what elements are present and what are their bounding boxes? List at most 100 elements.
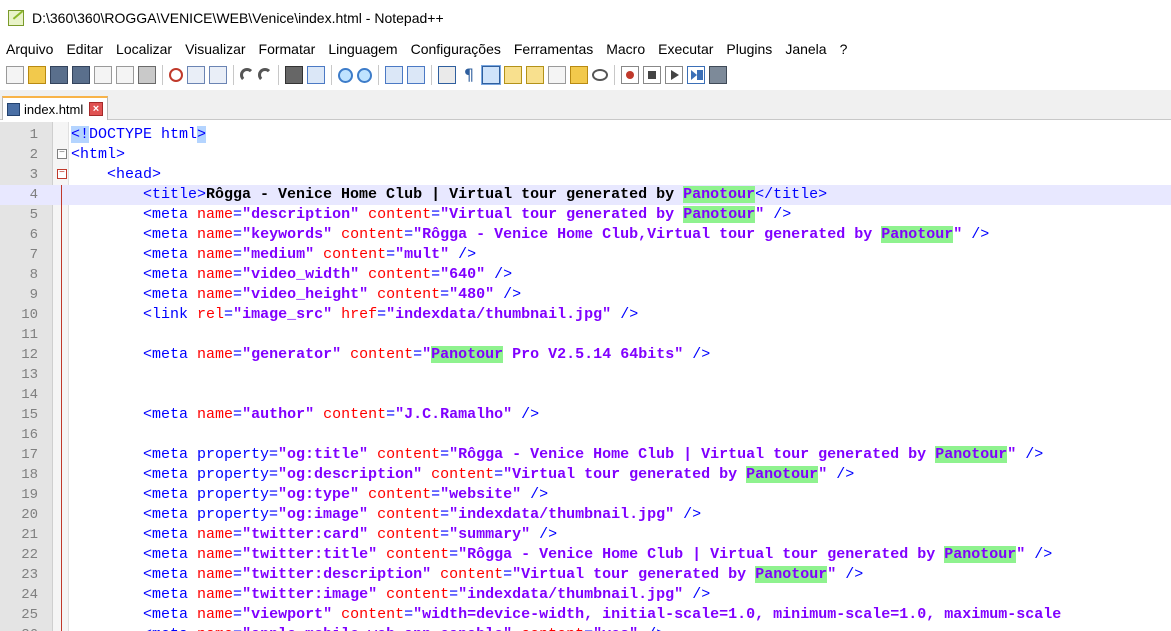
fold-toggle-icon[interactable]: −: [57, 169, 67, 179]
menu-item-4[interactable]: Formatar: [259, 41, 316, 57]
tab-index-html[interactable]: index.html ×: [2, 96, 108, 120]
code-text: <meta name="twitter:image" content="inde…: [71, 585, 710, 605]
cut-icon[interactable]: [169, 68, 183, 82]
code-line[interactable]: 7 <meta name="medium" content="mult" />: [0, 245, 1171, 265]
menu-item-0[interactable]: Arquivo: [6, 41, 53, 57]
doc-map-icon[interactable]: [526, 66, 544, 84]
redo-icon[interactable]: [258, 68, 272, 82]
new-file-icon[interactable]: [6, 66, 24, 84]
code-token: />: [836, 566, 864, 583]
code-line[interactable]: 12 <meta name="generator" content="Panot…: [0, 345, 1171, 365]
code-token: content: [377, 506, 441, 523]
code-line[interactable]: 13: [0, 365, 1171, 385]
code-line[interactable]: 5 <meta name="description" content="Virt…: [0, 205, 1171, 225]
code-line[interactable]: 19 <meta property="og:type" content="web…: [0, 485, 1171, 505]
save-macro-icon[interactable]: [709, 66, 727, 84]
menu-item-12[interactable]: ?: [840, 41, 848, 57]
undo-icon[interactable]: [240, 68, 254, 82]
menu-item-1[interactable]: Editar: [66, 41, 103, 57]
tab-close-icon[interactable]: ×: [89, 102, 103, 116]
zoom-out-icon[interactable]: [357, 67, 372, 83]
print-icon[interactable]: [138, 66, 156, 84]
code-line[interactable]: 23 <meta name="twitter:description" cont…: [0, 565, 1171, 585]
code-token: <meta: [71, 546, 198, 563]
menu-item-2[interactable]: Localizar: [116, 41, 172, 57]
search-highlight: Panotour: [935, 446, 1008, 463]
code-token: "480": [449, 286, 495, 303]
menu-item-3[interactable]: Visualizar: [185, 41, 245, 57]
menu-item-7[interactable]: Ferramentas: [514, 41, 593, 57]
code-token: "640": [440, 266, 486, 283]
code-token: <meta: [71, 346, 198, 363]
code-line[interactable]: 16: [0, 425, 1171, 445]
paste-icon[interactable]: [209, 66, 227, 84]
fold-toggle-icon[interactable]: −: [57, 149, 67, 159]
save-icon[interactable]: [50, 66, 68, 84]
record-macro-icon[interactable]: [621, 66, 639, 84]
menu-item-11[interactable]: Janela: [785, 41, 826, 57]
editor[interactable]: 1 <!DOCTYPE html> 2− <html> 3− <head> 4 <titl…: [0, 122, 1171, 631]
code-token: =: [404, 226, 414, 243]
code-line[interactable]: 9 <meta name="video_height" content="480…: [0, 285, 1171, 305]
close-all-icon[interactable]: [116, 66, 134, 84]
code-token: <meta: [71, 266, 198, 283]
code-line[interactable]: 21 <meta name="twitter:card" content="su…: [0, 525, 1171, 545]
folder-workspace-icon[interactable]: [570, 66, 588, 84]
line-number: 15: [21, 407, 38, 423]
copy-icon[interactable]: [187, 66, 205, 84]
menu-item-6[interactable]: Configurações: [411, 41, 501, 57]
indent-guide-icon[interactable]: [481, 65, 501, 85]
code-line[interactable]: 20 <meta property="og:image" content="in…: [0, 505, 1171, 525]
code-line[interactable]: 1 <!DOCTYPE html>: [0, 125, 1171, 145]
code-line[interactable]: 15 <meta name="author" content="J.C.Rama…: [0, 405, 1171, 425]
code-line[interactable]: 26 <meta name="apple-mobile-web-app-capa…: [0, 625, 1171, 631]
find-icon[interactable]: [285, 66, 303, 84]
replace-icon[interactable]: [307, 66, 325, 84]
sync-h-icon[interactable]: [407, 66, 425, 84]
save-all-icon[interactable]: [72, 66, 90, 84]
code-line[interactable]: 11: [0, 325, 1171, 345]
code-line[interactable]: 18 <meta property="og:description" conte…: [0, 465, 1171, 485]
code-token: content: [521, 626, 584, 631]
close-icon[interactable]: [94, 66, 112, 84]
zoom-in-icon[interactable]: [338, 67, 353, 83]
code-line[interactable]: 17 <meta property="og:title" content="Rô…: [0, 445, 1171, 465]
code-line[interactable]: 14: [0, 385, 1171, 405]
code-line[interactable]: 24 <meta name="twitter:image" content="i…: [0, 585, 1171, 605]
code-token: name: [197, 266, 234, 283]
fold-line: [61, 625, 62, 631]
code-line[interactable]: 4 <title>Rôgga - Venice Home Club | Virt…: [0, 185, 1171, 205]
code-line[interactable]: 8 <meta name="video_width" content="640"…: [0, 265, 1171, 285]
code-line[interactable]: 10 <link rel="image_src" href="indexdata…: [0, 305, 1171, 325]
code-line[interactable]: 25 <meta name="viewport" content="width=…: [0, 605, 1171, 625]
sync-v-icon[interactable]: [385, 66, 403, 84]
code-line[interactable]: 2 − <html>: [0, 145, 1171, 165]
code-line[interactable]: 22 <meta name="twitter:title" content="R…: [0, 545, 1171, 565]
play-macro-icon[interactable]: [665, 66, 683, 84]
show-all-chars-icon[interactable]: ¶: [460, 66, 478, 84]
word-wrap-icon[interactable]: [438, 66, 456, 84]
code-line[interactable]: 6 <meta name="keywords" content="Rôgga -…: [0, 225, 1171, 245]
code-token: name: [197, 526, 234, 543]
code-token: />: [1016, 446, 1044, 463]
code-token: content: [350, 346, 414, 363]
menu-item-10[interactable]: Plugins: [726, 41, 772, 57]
udl-icon[interactable]: [504, 66, 522, 84]
stop-macro-icon[interactable]: [643, 66, 661, 84]
menu-item-5[interactable]: Linguagem: [328, 41, 397, 57]
open-file-icon[interactable]: [28, 66, 46, 84]
code-token: "indexdata/thumbnail.jpg": [449, 506, 675, 523]
code-line[interactable]: 3 − <head>: [0, 165, 1171, 185]
menu-item-9[interactable]: Executar: [658, 41, 713, 57]
run-macro-multiple-icon[interactable]: [687, 66, 705, 84]
menu-item-8[interactable]: Macro: [606, 41, 645, 57]
code-token: />: [449, 246, 477, 263]
line-number: 19: [21, 487, 38, 503]
monitor-icon[interactable]: [592, 69, 608, 81]
line-number: 7: [29, 247, 38, 263]
code-token: content: [341, 226, 405, 243]
function-list-icon[interactable]: [548, 66, 566, 84]
